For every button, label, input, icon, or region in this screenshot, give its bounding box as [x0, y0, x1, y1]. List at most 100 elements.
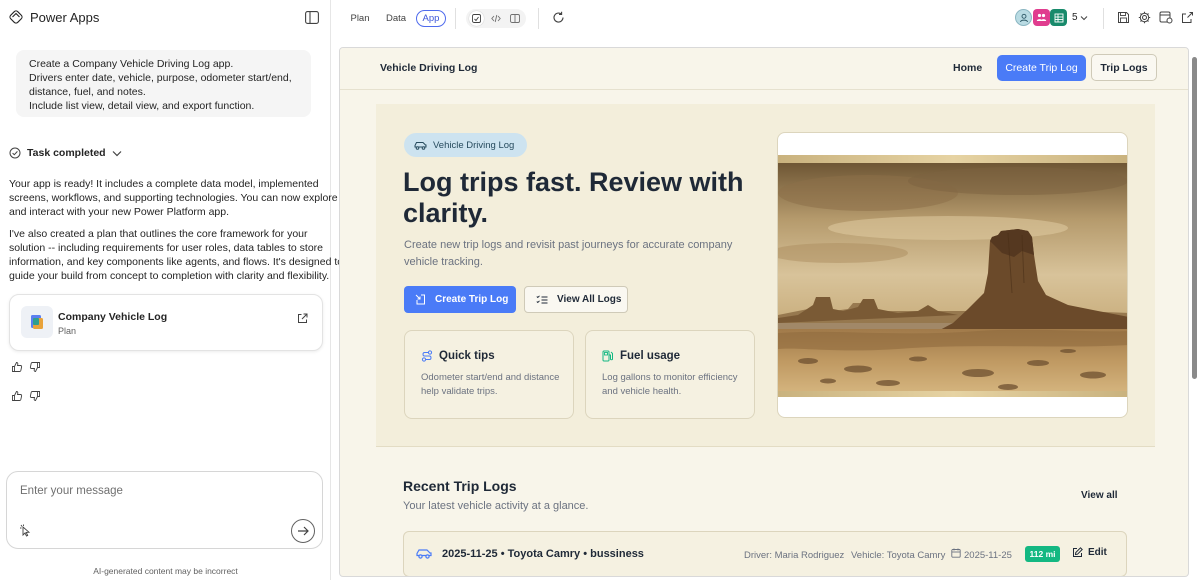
- hero-badge: Vehicle Driving Log: [404, 133, 527, 157]
- table-avatar[interactable]: [1050, 9, 1067, 26]
- collaborator-avatar[interactable]: [1033, 9, 1050, 26]
- divider: [1103, 8, 1104, 29]
- response-line: solution -- including requirements for u…: [9, 242, 323, 254]
- quick-tips-heading: Quick tips: [421, 350, 495, 362]
- message-composer[interactable]: Enter your message: [6, 471, 323, 549]
- quick-tips-text: Odometer start/end and distance help val…: [421, 372, 560, 397]
- fuel-pump-icon: [602, 350, 614, 362]
- user-avatar[interactable]: [1015, 9, 1032, 26]
- assistant-response: I've also created a plan that outlines t…: [9, 227, 344, 283]
- preview-mode-icon[interactable]: [469, 11, 484, 26]
- view-all-logs-label: View All Logs: [557, 294, 622, 305]
- chevron-down-icon: [112, 150, 122, 157]
- checklist-icon: [536, 294, 548, 305]
- thumbs-up-icon[interactable]: [11, 390, 23, 402]
- trip-date: 2025-11-25: [964, 550, 1012, 561]
- edit-icon: [1072, 547, 1083, 558]
- open-external-icon[interactable]: [297, 313, 308, 324]
- desert-landscape-image: [778, 155, 1127, 397]
- hero-image-card: [777, 132, 1128, 418]
- nav-trip-logs-button[interactable]: Trip Logs: [1091, 54, 1157, 81]
- route-icon: [421, 350, 433, 362]
- tab-app[interactable]: App: [416, 10, 446, 27]
- gear-icon[interactable]: [1138, 11, 1151, 24]
- hero-section: Vehicle Driving Log Log trips fast. Revi…: [376, 104, 1155, 447]
- create-trip-log-button[interactable]: Create Trip Log: [404, 286, 516, 313]
- new-entry-icon: [415, 294, 426, 305]
- app-name: Power Apps: [30, 9, 100, 25]
- fuel-usage-card: Fuel usage Log gallons to monitor effici…: [585, 330, 755, 419]
- collaborator-count-dropdown[interactable]: 5: [1072, 12, 1088, 23]
- prompt-line: Create a Company Vehicle Driving Log app…: [29, 58, 234, 70]
- recent-trips-title: Recent Trip Logs: [403, 478, 517, 494]
- calendar-icon: [951, 548, 961, 558]
- user-prompt: Create a Company Vehicle Driving Log app…: [16, 50, 311, 117]
- assistant-response: Your app is ready! It includes a complet…: [9, 177, 338, 219]
- thumbs-up-icon[interactable]: [11, 361, 23, 373]
- prompt-line: Drivers enter date, vehicle, purpose, od…: [29, 72, 292, 84]
- plan-card[interactable]: Company Vehicle Log Plan: [9, 294, 323, 351]
- hero-subtitle: Create new trip logs and revisit past jo…: [404, 239, 733, 268]
- divider: [455, 8, 456, 29]
- recent-trips-subtitle: Your latest vehicle activity at a glance…: [403, 500, 589, 512]
- trip-vehicle: Vehicle: Toyota Camry: [851, 550, 946, 561]
- trip-row[interactable]: 2025-11-25 • Toyota Camry • bussiness Dr…: [403, 531, 1127, 576]
- tab-plan[interactable]: Plan: [349, 10, 371, 27]
- pointer-select-icon[interactable]: [19, 524, 32, 537]
- plan-document-icon: [21, 306, 53, 338]
- thumbs-down-icon[interactable]: [29, 390, 41, 402]
- plan-title: Company Vehicle Log: [58, 311, 168, 323]
- response-line: I've also created a plan that outlines t…: [9, 228, 308, 240]
- edit-label: Edit: [1088, 547, 1107, 558]
- car-icon: [414, 141, 427, 150]
- car-icon: [416, 548, 432, 559]
- preview-scrollbar[interactable]: [1192, 57, 1197, 379]
- check-circle-icon: [9, 147, 21, 159]
- create-trip-log-label: Create Trip Log: [435, 294, 509, 305]
- feedback-row: [11, 361, 41, 373]
- panel-toggle-icon[interactable]: [305, 11, 319, 24]
- split-view-icon[interactable]: [507, 11, 522, 26]
- top-bar: Plan Data App 5: [332, 0, 1200, 38]
- view-mode-group: [466, 9, 526, 28]
- chevron-down-icon: [1080, 15, 1088, 21]
- view-all-link[interactable]: View all: [1081, 490, 1118, 501]
- trip-driver: Driver: Maria Rodriguez: [744, 550, 845, 561]
- response-line: guide your build from concept to complet…: [9, 270, 330, 282]
- fuel-usage-title: Fuel usage: [620, 350, 681, 362]
- send-button[interactable]: [291, 519, 315, 543]
- task-status-label: Task completed: [27, 147, 106, 159]
- code-view-icon[interactable]: [488, 11, 503, 26]
- chat-panel: Power Apps Create a Company Vehicle Driv…: [0, 0, 344, 580]
- trip-miles-badge: 112 mi: [1025, 546, 1060, 562]
- prompt-line: distance, fuel, and notes.: [29, 86, 146, 98]
- thumbs-down-icon[interactable]: [29, 361, 41, 373]
- power-apps-logo-icon: [8, 9, 24, 25]
- fuel-usage-heading: Fuel usage: [602, 350, 680, 362]
- prompt-line: Include list view, detail view, and expo…: [29, 100, 255, 112]
- trip-title: 2025-11-25 • Toyota Camry • bussiness: [442, 548, 644, 560]
- feedback-row: [11, 390, 41, 402]
- collaborator-count: 5: [1072, 12, 1078, 23]
- nav-create-trip-button[interactable]: Create Trip Log: [997, 55, 1086, 81]
- tab-data[interactable]: Data: [384, 10, 408, 27]
- app-preview: Vehicle Driving Log Home Create Trip Log…: [339, 47, 1189, 577]
- preview-nav: Vehicle Driving Log Home Create Trip Log…: [340, 48, 1188, 90]
- divider: [538, 8, 539, 29]
- edit-trip-button[interactable]: Edit: [1072, 547, 1107, 558]
- save-icon[interactable]: [1117, 11, 1130, 24]
- nav-home-link[interactable]: Home: [953, 62, 982, 74]
- view-all-logs-button[interactable]: View All Logs: [524, 286, 628, 313]
- share-icon[interactable]: [1181, 11, 1194, 24]
- task-status-toggle[interactable]: Task completed: [9, 147, 122, 159]
- message-input[interactable]: Enter your message: [20, 485, 123, 497]
- response-line: and interact with your new Power Platfor…: [9, 206, 230, 218]
- brand: Power Apps: [8, 9, 99, 25]
- refresh-icon[interactable]: [552, 11, 565, 24]
- hero-title: Log trips fast. Review with clarity.: [403, 167, 744, 228]
- preview-app-title: Vehicle Driving Log: [380, 62, 478, 74]
- ai-disclaimer: AI-generated content may be incorrect: [93, 566, 238, 576]
- publish-settings-icon[interactable]: [1159, 11, 1173, 24]
- response-line: screens, workflows, and supporting techn…: [9, 192, 338, 204]
- response-line: information, and key components like age…: [9, 256, 344, 268]
